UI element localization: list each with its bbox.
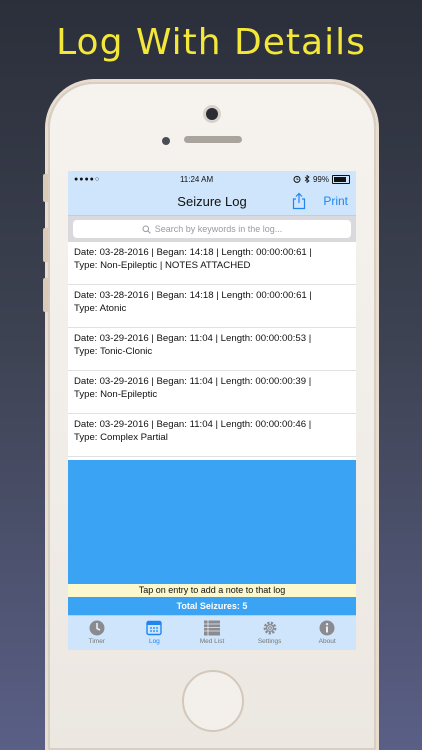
front-camera-icon — [206, 108, 218, 120]
search-bar: Search by keywords in the log... — [68, 216, 356, 242]
signal-dots: ●●●●○ — [74, 175, 101, 183]
log-entry-type: Type: Tonic-Clonic — [74, 345, 153, 357]
calendar-icon — [146, 620, 163, 636]
tab-about[interactable]: About — [298, 616, 356, 650]
promo-headline: Log With Details — [56, 22, 366, 63]
tab-log[interactable]: Log — [126, 616, 184, 650]
hint-banner: Tap on entry to add a note to that log — [68, 584, 356, 597]
status-time: 11:24 AM — [179, 174, 214, 184]
log-entry-details: Date: 03-29-2016 | Began: 11:04 | Length… — [74, 333, 312, 344]
log-entry-type: Type: Atonic — [74, 302, 127, 314]
volume-up-button — [43, 228, 48, 262]
battery-percent: 99% — [312, 174, 329, 184]
log-entry-details: Date: 03-29-2016 | Began: 11:04 | Length… — [74, 419, 312, 430]
log-entry-details: Date: 03-29-2016 | Began: 11:04 | Length… — [74, 376, 312, 387]
status-bar: ●●●●○ 11:24 AM 99% — [68, 171, 356, 187]
log-entry[interactable]: Date: 03-29-2016 | Began: 11:04 | Length… — [68, 328, 356, 371]
log-entry[interactable]: Date: 03-29-2016 | Began: 11:04 | Length… — [68, 414, 356, 457]
log-entry-type: Type: Complex Partial — [74, 431, 168, 443]
status-right: 99% — [293, 174, 350, 184]
navigation-bar: Seizure Log Print — [68, 187, 356, 216]
proximity-sensor-icon — [162, 137, 170, 145]
log-entry[interactable]: Date: 03-29-2016 | Began: 11:04 | Length… — [68, 371, 356, 414]
page-title: Seizure Log — [177, 193, 247, 209]
tab-label: About — [318, 638, 336, 645]
tab-label: Log — [148, 638, 160, 645]
app-screen: ●●●●○ 11:24 AM 99% Seizure Log Print Sea… — [68, 171, 356, 650]
gear-icon — [263, 621, 276, 635]
log-entry-details: Date: 03-28-2016 | Began: 14:18 | Length… — [74, 247, 312, 258]
log-entry-type: Type: Non-Epileptic | NOTES ATTACHED — [74, 259, 251, 271]
search-input[interactable]: Search by keywords in the log... — [73, 220, 351, 238]
search-placeholder: Search by keywords in the log... — [154, 224, 283, 234]
earpiece — [184, 136, 242, 143]
battery-icon — [332, 174, 350, 184]
tab-med-list[interactable]: Med List — [183, 616, 241, 650]
total-seizures-label: Total Seizures: 5 — [68, 597, 356, 615]
log-entry[interactable]: Date: 03-28-2016 | Began: 14:18 | Length… — [68, 285, 356, 328]
share-icon[interactable] — [290, 192, 308, 210]
tab-settings[interactable]: Settings — [241, 616, 299, 650]
mute-switch — [43, 174, 48, 202]
tab-bar: Timer Log Med List Settings About — [68, 615, 356, 650]
log-list: Date: 03-28-2016 | Began: 14:18 | Length… — [68, 242, 356, 457]
tab-label: Timer — [88, 638, 105, 645]
empty-list-area — [68, 460, 356, 584]
alarm-icon — [293, 175, 301, 183]
info-icon — [319, 620, 335, 636]
tab-label: Med List — [199, 638, 225, 645]
log-entry[interactable]: Date: 03-28-2016 | Began: 14:18 | Length… — [68, 242, 356, 285]
volume-down-button — [43, 278, 48, 312]
print-button[interactable]: Print — [323, 194, 348, 208]
search-icon — [142, 225, 151, 234]
log-entry-type: Type: Non-Epileptic — [74, 388, 158, 400]
tab-timer[interactable]: Timer — [68, 616, 126, 650]
bluetooth-icon — [304, 175, 310, 183]
clock-icon — [89, 620, 105, 636]
list-icon — [203, 620, 220, 636]
home-button[interactable] — [182, 670, 244, 732]
tab-label: Settings — [257, 638, 282, 645]
log-entry-details: Date: 03-28-2016 | Began: 14:18 | Length… — [74, 290, 312, 301]
